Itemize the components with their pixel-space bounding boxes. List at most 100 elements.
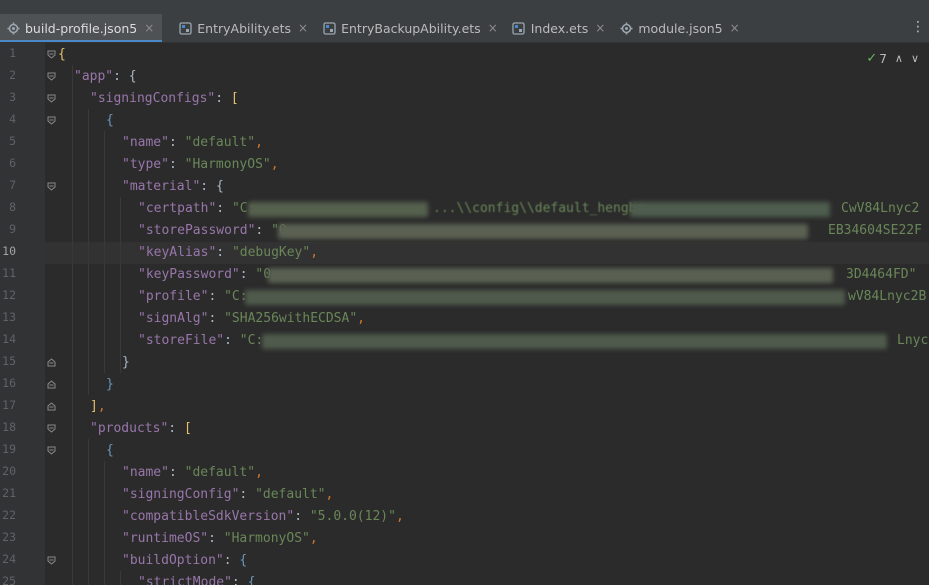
json-key: "signAlg" <box>138 311 209 326</box>
json-key: "compatibleSdkVersion" <box>122 509 295 524</box>
inspection-count: 7 <box>879 51 887 66</box>
code-line: "app": { <box>74 66 137 88</box>
settings-file-icon <box>619 21 633 35</box>
fold-icon[interactable] <box>47 94 56 103</box>
colon: : <box>168 135 185 150</box>
json-key: "keyAlias" <box>138 245 217 260</box>
line-number: 14 <box>2 332 16 346</box>
line-number: 22 <box>2 508 16 522</box>
code-line: "material": { <box>122 176 224 198</box>
inspection-widget[interactable]: ✓ 7 ∧ ∨ <box>866 51 919 66</box>
json-key: "storeFile" <box>138 333 225 348</box>
fold-icon[interactable] <box>47 72 56 81</box>
redacted-value <box>262 334 887 349</box>
json-key: "material" <box>122 179 201 194</box>
tab-label: EntryBackupAbility.ets <box>341 20 481 36</box>
check-icon: ✓ <box>866 51 878 66</box>
line-number-gutter: 1 2 3 4 5 6 7 8 9 10 11 12 13 14 15 16 1… <box>0 43 45 585</box>
code-line: "runtimeOS": "HarmonyOS", <box>122 528 318 550</box>
line-number: 4 <box>9 112 16 126</box>
comma: , <box>325 487 334 502</box>
brace: { <box>106 443 114 458</box>
fold-icon[interactable] <box>47 358 56 367</box>
code-line: "storeFile": "C: <box>138 330 263 352</box>
code-line: { <box>58 44 66 66</box>
code-line: } <box>106 374 114 396</box>
tab-entryability-ets[interactable]: EntryAbility.ets × <box>172 14 316 42</box>
line-number: 11 <box>2 266 16 280</box>
tab-label: build-profile.json5 <box>25 20 138 36</box>
code-line: "signingConfig": "default", <box>122 484 333 506</box>
code-fragment: ...\\config\\default_hengbo <box>433 201 645 216</box>
code-line: "keyPassword": "0 <box>138 264 271 286</box>
brace: } <box>106 377 114 392</box>
comma: , <box>309 531 318 546</box>
json-key: "app" <box>74 69 114 84</box>
colon: : <box>216 201 232 216</box>
brace: { <box>239 553 248 568</box>
colon: : <box>239 267 256 282</box>
brace: } <box>122 355 130 370</box>
fold-icon[interactable] <box>47 182 56 191</box>
comma: , <box>357 311 365 326</box>
code-editor[interactable]: 1 2 3 4 5 6 7 8 9 10 11 12 13 14 15 16 1… <box>0 43 929 585</box>
bracket: ] <box>90 399 98 414</box>
line-number: 15 <box>2 354 16 368</box>
json-string: "default" <box>184 465 256 480</box>
bracket: [ <box>183 421 192 436</box>
indent-guide <box>120 571 121 585</box>
line-number: 18 <box>2 420 16 434</box>
tab-label: module.json5 <box>638 20 723 36</box>
comma: , <box>310 245 319 260</box>
fold-icon[interactable] <box>47 402 56 411</box>
line-number-current: 10 <box>2 244 16 258</box>
tab-build-profile-json5[interactable]: build-profile.json5 × <box>0 14 163 43</box>
redacted-value <box>245 290 845 305</box>
line-number: 13 <box>2 310 16 324</box>
close-icon[interactable]: × <box>488 21 498 35</box>
line-number: 2 <box>9 68 16 82</box>
json-key: "signingConfigs" <box>90 91 216 106</box>
code-line: "keyAlias": "debugKey", <box>138 242 318 264</box>
json-string: "HarmonyOS" <box>223 531 310 546</box>
json-key: "keyPassword" <box>138 267 240 282</box>
json-key: "profile" <box>138 289 209 304</box>
comma: , <box>255 135 263 150</box>
tab-entrybackupability-ets[interactable]: EntryBackupAbility.ets × <box>316 14 506 42</box>
line-number: 25 <box>2 574 16 585</box>
tab-label: Index.ets <box>530 20 589 36</box>
code-line: "profile": "C: <box>138 286 248 308</box>
fold-icon[interactable] <box>47 380 56 389</box>
more-options-icon[interactable]: ⋮ <box>911 20 925 34</box>
fold-icon[interactable] <box>47 446 56 455</box>
chevron-up-icon[interactable]: ∧ <box>895 52 903 65</box>
fold-icon[interactable] <box>47 116 56 125</box>
tab-module-json5[interactable]: module.json5 × <box>613 14 747 42</box>
colon: : <box>168 157 185 172</box>
json-key: "name" <box>122 135 169 150</box>
brace: { <box>215 179 224 194</box>
code-line: "storePassword": "0 <box>138 220 287 242</box>
fold-icon[interactable] <box>47 50 56 59</box>
json-key: "signingConfig" <box>122 487 240 502</box>
close-icon[interactable]: × <box>730 21 740 35</box>
json-key: "products" <box>90 421 169 436</box>
fold-icon[interactable] <box>47 424 56 433</box>
chevron-down-icon[interactable]: ∨ <box>911 52 919 65</box>
close-icon[interactable]: × <box>595 21 605 35</box>
json-key: "strictMode" <box>138 575 232 585</box>
code-line: } <box>122 352 130 374</box>
code-line: "type": "HarmonyOS", <box>122 154 279 176</box>
close-icon[interactable]: × <box>298 21 308 35</box>
line-number: 24 <box>2 552 16 566</box>
tab-index-ets[interactable]: Index.ets × <box>506 14 614 42</box>
brace: { <box>247 575 256 585</box>
code-line: "certpath": "C: <box>138 198 255 220</box>
line-number: 21 <box>2 486 16 500</box>
line-number: 1 <box>9 46 16 60</box>
colon: : <box>113 69 129 84</box>
json-string: "debugKey" <box>231 245 311 260</box>
close-icon[interactable]: × <box>144 21 154 35</box>
code-fragment: 3D4464FD" <box>846 267 917 282</box>
fold-icon[interactable] <box>47 556 56 565</box>
